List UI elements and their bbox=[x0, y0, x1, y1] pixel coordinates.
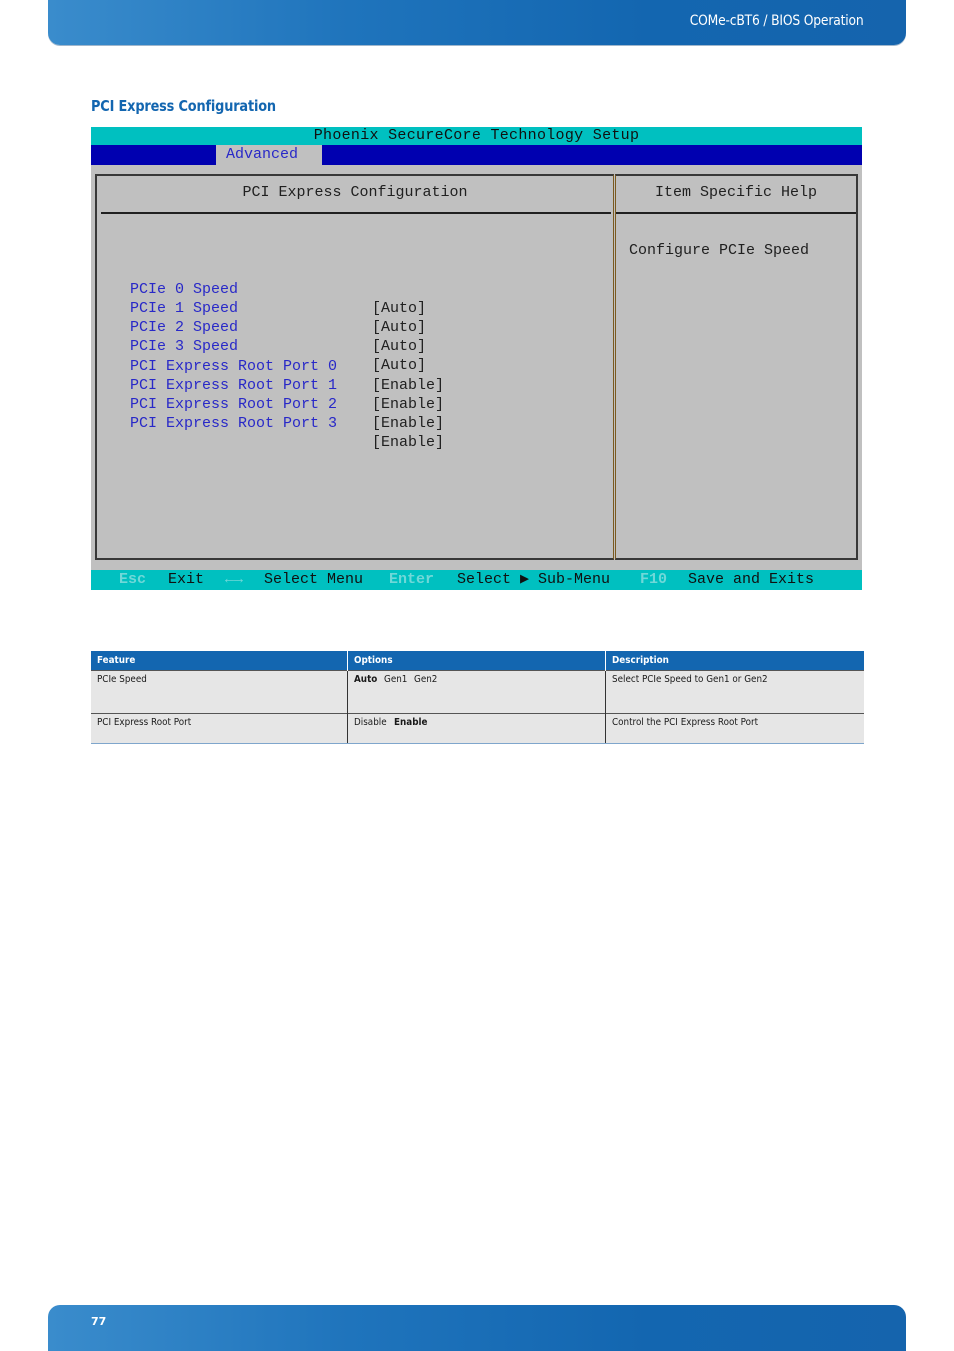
esc-action: Exit bbox=[168, 571, 205, 588]
item-value[interactable]: [Auto] bbox=[372, 356, 426, 375]
item-value[interactable]: [Enable] bbox=[372, 376, 444, 395]
option: Disable bbox=[354, 717, 387, 728]
feature-table: Feature Options Description PCIe Speed A… bbox=[91, 651, 864, 744]
bios-status-bar: Esc Exit ←→ Select Menu Enter Select ▶ S… bbox=[91, 570, 862, 590]
page-header: COMe-cBT6 / BIOS Operation bbox=[48, 0, 906, 45]
section-title: PCI Express Configuration bbox=[91, 97, 276, 115]
page-number: 77 bbox=[91, 1315, 107, 1328]
bios-item-root-port-3[interactable]: PCI Express Root Port 3 [Enable] bbox=[130, 395, 444, 451]
feature-cell: PCIe Speed bbox=[91, 670, 348, 714]
options-cell: Auto Gen1 Gen2 bbox=[347, 670, 606, 714]
item-value[interactable]: [Auto] bbox=[372, 337, 426, 356]
item-value[interactable]: [Auto] bbox=[372, 318, 426, 337]
enter-key: Enter bbox=[389, 571, 435, 588]
document-title: COMe-cBT6 / BIOS Operation bbox=[689, 13, 863, 29]
item-value[interactable]: [Auto] bbox=[372, 299, 426, 318]
bios-help-panel: Item Specific Help Configure PCIe Speed bbox=[615, 174, 858, 560]
option: Gen2 bbox=[413, 674, 437, 685]
bios-item-root-port-1[interactable]: PCI Express Root Port 1 [Enable] bbox=[130, 357, 444, 413]
enter-action: Select ▶ Sub-Menu bbox=[457, 571, 611, 588]
item-value[interactable]: [Enable] bbox=[372, 414, 444, 433]
arrows-action: Select Menu bbox=[264, 571, 364, 588]
bios-item-pcie3-speed[interactable]: PCIe 3 Speed [Auto] bbox=[130, 318, 426, 374]
bios-settings-panel: PCI Express Configuration PCIe 0 Speed [… bbox=[95, 174, 614, 560]
esc-key: Esc bbox=[119, 571, 147, 588]
bios-item-pcie0-speed[interactable]: PCIe 0 Speed [Auto] bbox=[130, 261, 426, 317]
bios-screenshot: Phoenix SecureCore Technology Setup Adva… bbox=[91, 127, 862, 590]
help-text: Configure PCIe Speed bbox=[629, 242, 810, 259]
f10-key: F10 bbox=[640, 571, 668, 588]
table-row: PCIe Speed Auto Gen1 Gen2 Select PCIe Sp… bbox=[91, 670, 864, 714]
bios-item-root-port-2[interactable]: PCI Express Root Port 2 [Enable] bbox=[130, 376, 444, 432]
table-header-row: Feature Options Description bbox=[91, 651, 864, 671]
bios-item-pcie2-speed[interactable]: PCIe 2 Speed [Auto] bbox=[130, 299, 426, 355]
header-feature: Feature bbox=[91, 651, 348, 671]
description-cell: Control the PCI Express Root Port bbox=[605, 713, 864, 744]
description-cell: Select PCIe Speed to Gen1 or Gen2 bbox=[605, 670, 864, 714]
heading-divider bbox=[616, 212, 856, 214]
help-heading: Item Specific Help bbox=[654, 184, 818, 201]
heading-divider bbox=[101, 212, 611, 214]
option-default: Auto bbox=[354, 674, 378, 685]
bios-menu-bar: Advanced bbox=[91, 145, 862, 165]
bios-item-pcie1-speed[interactable]: PCIe 1 Speed [Auto] bbox=[130, 280, 426, 336]
table-row: PCI Express Root Port Disable Enable Con… bbox=[91, 713, 864, 744]
panel-heading: PCI Express Configuration bbox=[242, 184, 468, 201]
item-value[interactable]: [Enable] bbox=[372, 395, 444, 414]
left-right-arrows-icon: ←→ bbox=[225, 571, 244, 588]
bios-title-bar: Phoenix SecureCore Technology Setup bbox=[91, 127, 862, 145]
item-value[interactable]: [Enable] bbox=[372, 433, 444, 452]
option-default: Enable bbox=[394, 717, 428, 728]
tab-advanced[interactable]: Advanced bbox=[216, 145, 322, 165]
page-footer: 77 bbox=[48, 1305, 906, 1351]
bios-item-root-port-0[interactable]: PCI Express Root Port 0 [Enable] bbox=[130, 338, 444, 394]
option: Gen1 bbox=[383, 674, 408, 685]
header-description: Description bbox=[605, 651, 864, 671]
options-cell: Disable Enable bbox=[347, 713, 606, 744]
feature-cell: PCI Express Root Port bbox=[91, 713, 348, 744]
item-label: PCI Express Root Port 3 bbox=[130, 415, 338, 432]
f10-action: Save and Exits bbox=[688, 571, 815, 588]
header-options: Options bbox=[347, 651, 606, 671]
